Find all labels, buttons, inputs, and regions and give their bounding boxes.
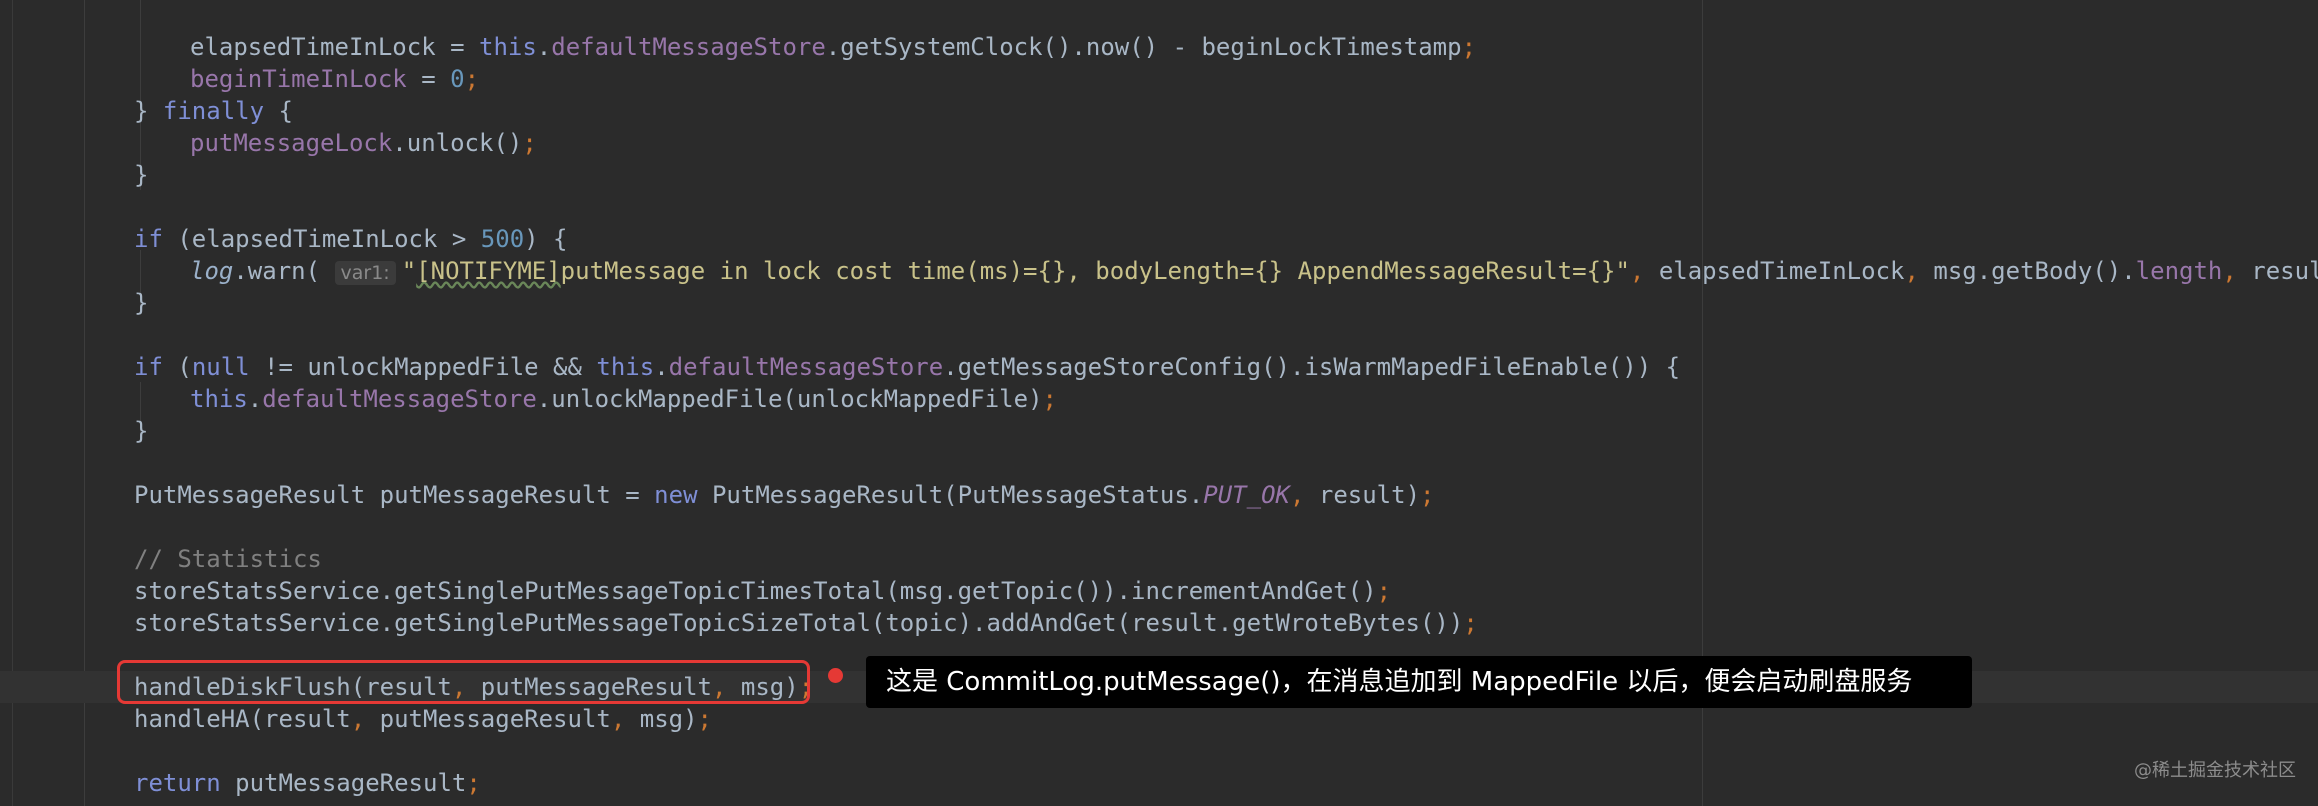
string-token: " (401, 257, 417, 285)
code-line[interactable]: putMessageLock.unlock(); (190, 127, 537, 159)
keyword-return: return (134, 769, 221, 797)
comma: , (1629, 257, 1659, 285)
field-token: putMessageLock (190, 129, 393, 157)
semicolon: ; (1042, 385, 1057, 413)
keyword-null: null (191, 353, 250, 381)
code-token: ) { (524, 225, 568, 253)
code-token: } (134, 97, 163, 125)
semicolon: ; (466, 769, 481, 797)
code-line[interactable]: // Statistics (134, 543, 322, 575)
comma: , (1289, 481, 1319, 509)
semicolon: ; (1461, 33, 1477, 61)
field-token: length (2135, 257, 2223, 285)
code-token: result) (1318, 481, 1421, 509)
semicolon: ; (697, 705, 712, 733)
code-line[interactable]: log.warn( var1: "[NOTIFYME]putMessage in … (190, 255, 2318, 287)
code-line[interactable]: PutMessageResult putMessageResult = new … (134, 479, 1434, 511)
comma: , (350, 705, 380, 733)
semicolon: ; (1463, 609, 1478, 637)
code-line[interactable]: this.defaultMessageStore.unlockMappedFil… (190, 383, 1057, 415)
code-token: PutMessageResult(PutMessageStatus. (697, 481, 1204, 509)
code-token: PutMessageResult putMessageResult = (134, 481, 655, 509)
code-line[interactable]: handleHA(result, putMessageResult, msg); (134, 703, 712, 735)
semicolon: ; (464, 65, 480, 93)
closing-brace: } (134, 161, 149, 189)
code-token: result) (2251, 257, 2318, 285)
semicolon: ; (522, 129, 537, 157)
comment-token: // Statistics (134, 545, 322, 573)
code-token: .getSystemClock().now() - beginLockTimes… (825, 33, 1462, 61)
code-token: .unlockMappedFile(unlockMappedFile) (536, 385, 1043, 413)
code-line[interactable]: elapsedTimeInLock = this.defaultMessageS… (190, 31, 1476, 63)
code-line[interactable]: return putMessageResult; (134, 767, 481, 799)
field-token: beginTimeInLock (190, 65, 407, 93)
annotation-text: 这是 CommitLog.putMessage()，在消息追加到 MappedF… (886, 667, 1913, 697)
code-token: (elapsedTimeInLock > (162, 225, 481, 253)
closing-brace: } (134, 289, 149, 317)
keyword-this: this (190, 385, 248, 413)
code-token: elapsedTimeInLock (1658, 257, 1905, 285)
code-token: . (536, 33, 552, 61)
code-line[interactable]: if (elapsedTimeInLock > 500) { (134, 223, 568, 255)
comma: , (1904, 257, 1934, 285)
code-line[interactable]: } (134, 159, 148, 191)
comma: , (2222, 257, 2252, 285)
keyword-if: if (134, 353, 163, 381)
code-token: msg.getBody(). (1933, 257, 2136, 285)
semicolon: ; (1376, 577, 1392, 605)
code-editor[interactable]: elapsedTimeInLock = this.defaultMessageS… (0, 0, 2318, 806)
number-token: 0 (450, 65, 465, 93)
code-token: ( (162, 353, 192, 381)
field-token: defaultMessageStore (551, 33, 826, 61)
code-token: .unlock() (392, 129, 523, 157)
code-token: msg) (639, 705, 698, 733)
field-token: defaultMessageStore (668, 353, 944, 381)
semicolon: ; (1420, 481, 1435, 509)
code-line[interactable]: if (null != unlockMappedFile && this.def… (134, 351, 1680, 383)
annotation-dot-icon (828, 668, 843, 683)
code-token: putMessageResult (220, 769, 467, 797)
code-token: . (247, 385, 263, 413)
annotation-callout: 这是 CommitLog.putMessage()，在消息追加到 MappedF… (866, 656, 1972, 708)
string-token: putMessage in lock cost time(ms)={}, bod… (560, 257, 1630, 285)
code-token: != unlockMappedFile && (249, 353, 597, 381)
code-token: handleHA(result (134, 705, 351, 733)
number-token: 500 (480, 225, 525, 253)
code-line[interactable]: storeStatsService.getSinglePutMessageTop… (134, 607, 1478, 639)
code-token: .warn( (233, 257, 335, 285)
code-token: { (264, 97, 293, 125)
code-token: = (406, 65, 451, 93)
constant-token: PUT_OK (1203, 481, 1290, 509)
code-token: putMessageResult (379, 705, 611, 733)
watermark: @稀土掘金技术社区 (2134, 760, 2296, 781)
keyword-if: if (134, 225, 163, 253)
code-token: = (435, 33, 479, 61)
code-token: storeStatsService.getSinglePutMessageTop… (134, 609, 1464, 637)
highlight-box (117, 660, 810, 704)
closing-brace: } (134, 417, 149, 445)
comma: , (610, 705, 640, 733)
keyword-this: this (596, 353, 655, 381)
log-field: log (190, 257, 234, 285)
field-token: defaultMessageStore (262, 385, 537, 413)
string-token-typo: [NOTIFYME] (416, 257, 561, 285)
code-token: storeStatsService.getSinglePutMessageTop… (134, 577, 1377, 605)
code-line[interactable]: } (134, 415, 148, 447)
code-token: . (654, 353, 669, 381)
code-line[interactable]: } finally { (134, 95, 293, 127)
code-token: .getMessageStoreConfig().isWarmMapedFile… (943, 353, 1681, 381)
keyword-this: this (479, 33, 537, 61)
parameter-hint: var1: (334, 261, 396, 285)
code-line[interactable]: storeStatsService.getSinglePutMessageTop… (134, 575, 1391, 607)
code-line[interactable]: } (134, 287, 148, 319)
code-token: elapsedTimeInLock (190, 33, 436, 61)
keyword-finally: finally (162, 97, 265, 125)
code-line[interactable]: beginTimeInLock = 0; (190, 63, 479, 95)
keyword-new: new (654, 481, 698, 509)
